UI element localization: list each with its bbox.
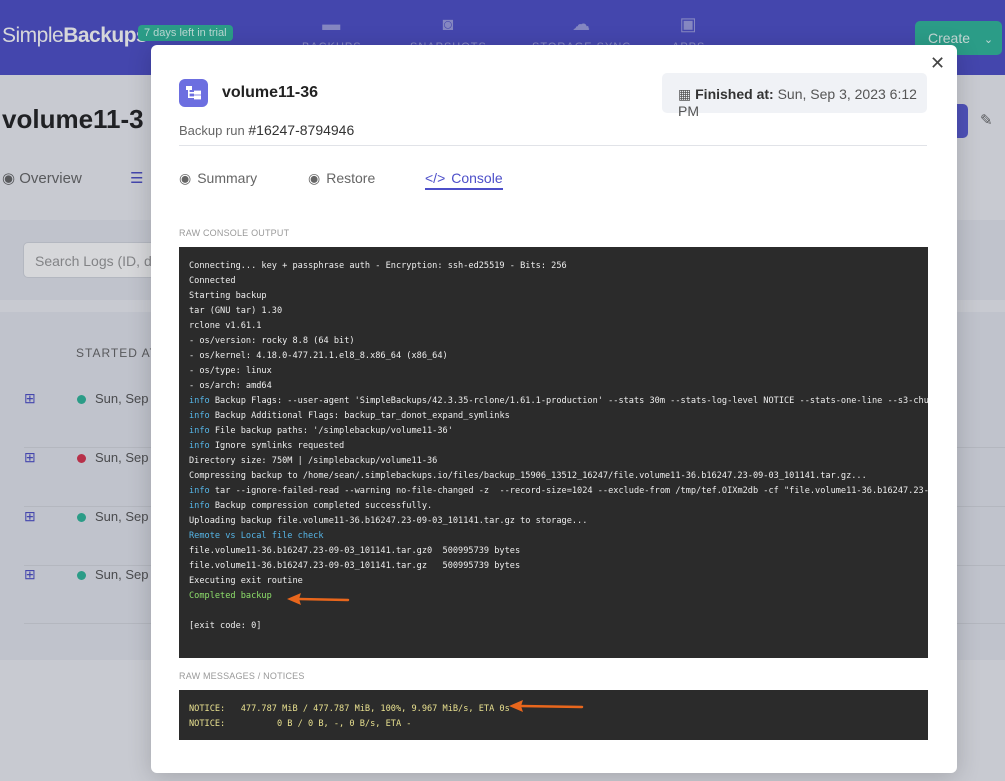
code-icon: </>: [425, 170, 446, 186]
console-line: file.volume11-36.b16247.23-09-03_101141.…: [189, 561, 521, 571]
console-line-text: tar --ignore-failed-read --warning no-fi…: [209, 486, 928, 496]
notices-section-label: RAW MESSAGES / NOTICES: [179, 671, 305, 681]
tab-summary-label: Summary: [197, 170, 258, 186]
finished-at-label: Finished at:: [695, 86, 774, 102]
console-line-text: File backup paths: '/simplebackup/volume…: [209, 426, 453, 436]
console-line: info Backup Additional Flags: backup_tar…: [189, 409, 928, 424]
console-line: Starting backup: [189, 291, 267, 301]
console-line: Uploading backup file.volume11-36.b16247…: [189, 516, 588, 526]
info-tag: info: [189, 411, 210, 421]
console-line: Directory size: 750M | /simplebackup/vol…: [189, 456, 438, 466]
backup-run-prefix: Backup run: [179, 123, 249, 138]
console-line: Connecting... key + passphrase auth - En…: [189, 261, 567, 271]
console-line: - os/arch: amd64: [189, 381, 272, 391]
backup-run-modal: ✕ volume11-36 Backup run #16247-8794946 …: [151, 45, 957, 773]
console-line: info Ignore symlinks requested: [189, 439, 928, 454]
arrow-left-icon: [287, 593, 350, 605]
info-tag: info: [189, 486, 210, 496]
console-line: rclone v1.61.1: [189, 321, 262, 331]
header-divider: [179, 145, 927, 146]
arrow-left-icon: [509, 700, 584, 712]
console-line: info tar --ignore-failed-read --warning …: [189, 484, 928, 499]
console-line: Remote vs Local file check: [189, 531, 324, 541]
tab-console-label: Console: [451, 170, 503, 186]
console-line-exit-code: [exit code: 0]: [189, 621, 262, 631]
close-icon[interactable]: ✕: [930, 53, 945, 74]
info-tag: info: [189, 426, 210, 436]
console-line: info Backup Flags: --user-agent 'SimpleB…: [189, 394, 928, 409]
console-line: info Backup compression completed succes…: [189, 499, 928, 514]
console-line: Connected: [189, 276, 236, 286]
volume-icon: [179, 79, 208, 107]
console-line: - os/type: linux: [189, 366, 272, 376]
tab-console[interactable]: </> Console: [425, 170, 503, 190]
console-line: - os/version: rocky 8.8 (64 bit): [189, 336, 355, 346]
volume-name: volume11-36: [222, 84, 319, 101]
info-tag: info: [189, 396, 210, 406]
console-line: file.volume11-36.b16247.23-09-03_101141.…: [189, 546, 521, 556]
tab-restore[interactable]: ◉ Restore: [308, 170, 375, 187]
console-line-text: Ignore symlinks requested: [209, 441, 345, 451]
eye-icon: ◉: [308, 170, 321, 186]
backup-run-number: #16247-8794946: [248, 122, 355, 138]
console-line: Executing exit routine: [189, 576, 303, 586]
console-line: info File backup paths: '/simplebackup/v…: [189, 424, 928, 439]
console-section-label: RAW CONSOLE OUTPUT: [179, 228, 290, 238]
finished-at-box: ▦ Finished at: Sun, Sep 3, 2023 6:12 PM: [662, 73, 927, 119]
console-line: - os/kernel: 4.18.0-477.21.1.el8_8.x86_6…: [189, 351, 448, 361]
tab-restore-label: Restore: [326, 170, 376, 186]
notice-line: NOTICE: 0 B / 0 B, -, 0 B/s, ETA -: [189, 719, 412, 729]
info-tag: info: [189, 501, 210, 511]
tab-summary[interactable]: ◉ Summary: [179, 170, 257, 187]
calendar-icon: ▦: [678, 86, 692, 102]
info-tag: info: [189, 441, 210, 451]
backup-run-id: Backup run #16247-8794946: [179, 122, 354, 138]
eye-icon: ◉: [179, 170, 192, 186]
console-line-text: Backup compression completed successfull…: [209, 501, 433, 511]
console-line: tar (GNU tar) 1.30: [189, 306, 283, 316]
console-line-text: Backup Additional Flags: backup_tar_dono…: [209, 411, 510, 421]
console-line: Compressing backup to /home/sean/.simple…: [189, 471, 867, 481]
console-line-text: Backup Flags: --user-agent 'SimpleBackup…: [209, 396, 928, 406]
